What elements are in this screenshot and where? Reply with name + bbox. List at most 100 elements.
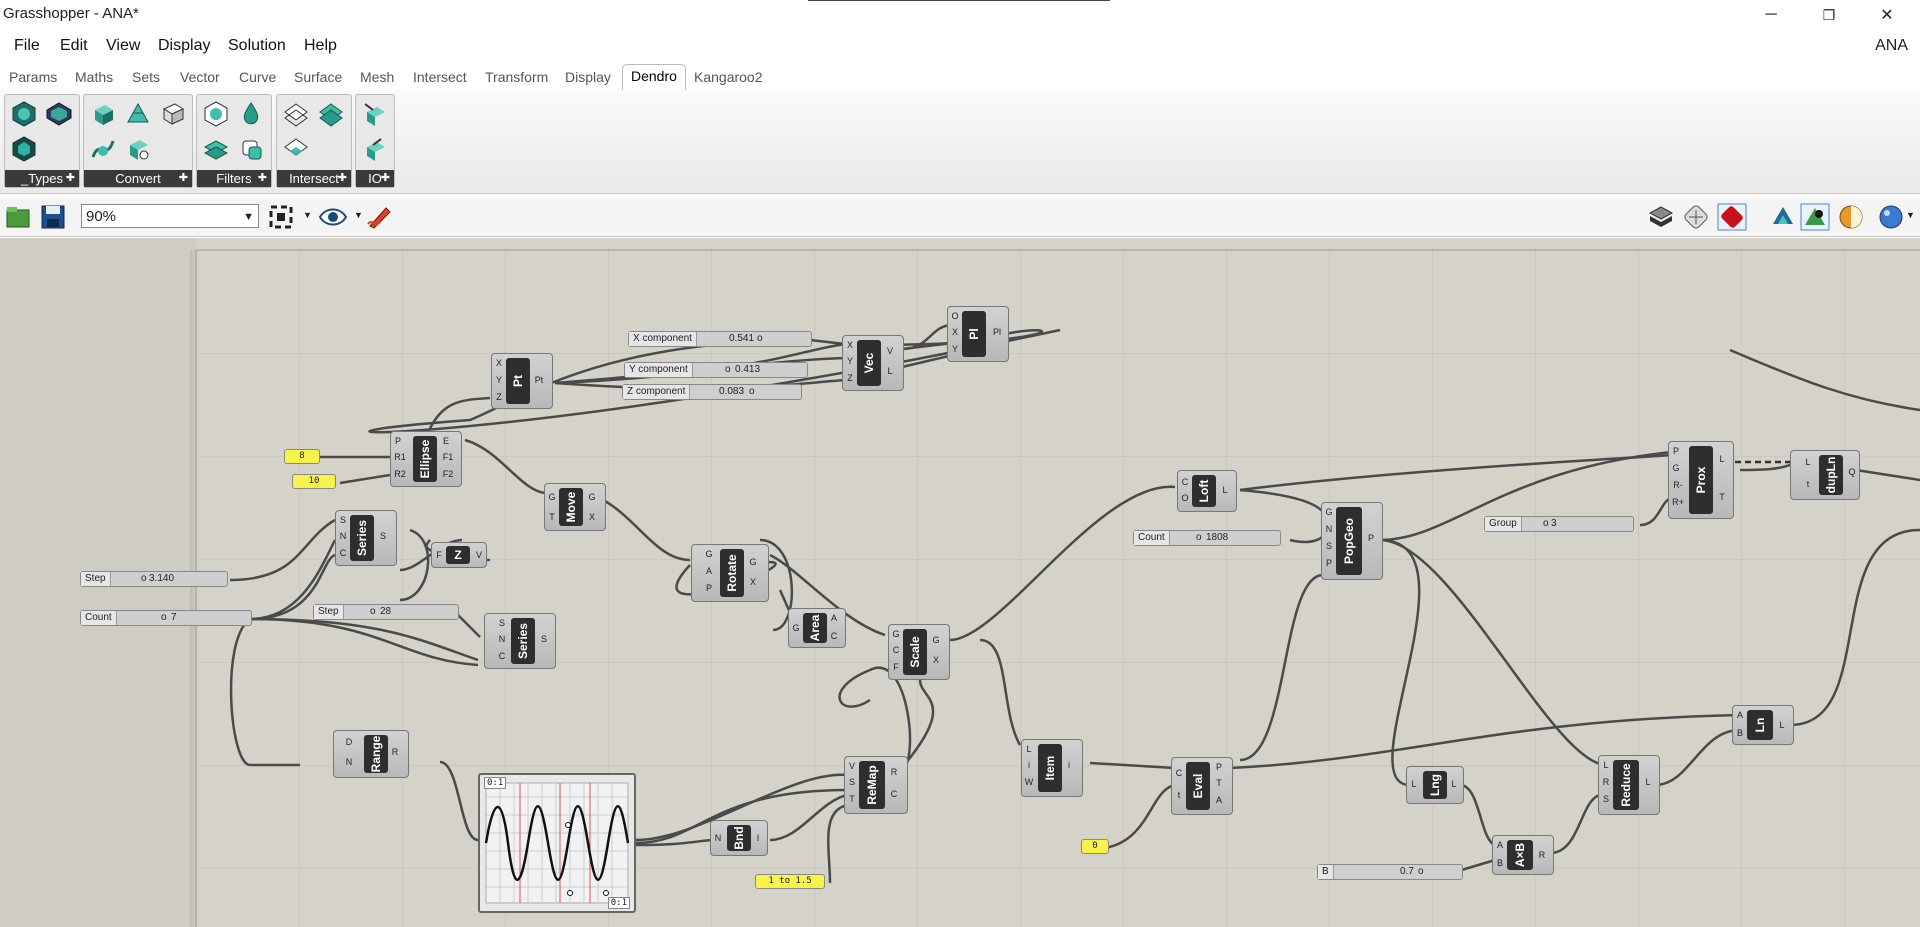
ellipse-component[interactable]: P R1 R2 Ellipse E F1 F2 — [390, 431, 462, 487]
zoom-select[interactable]: 90% ▼ — [81, 204, 259, 228]
menu-help[interactable]: Help — [304, 37, 337, 55]
io-import-icon[interactable] — [361, 100, 389, 128]
graph-mapper[interactable]: 0:1 0:1 — [478, 773, 636, 913]
slider-knob-icon[interactable]: o — [1196, 532, 1202, 543]
menu-file[interactable]: File — [14, 37, 40, 55]
tab-params[interactable]: Params — [9, 69, 57, 85]
slider-knob-icon[interactable]: o — [161, 612, 167, 623]
multiplication-component[interactable]: AB A×B R — [1492, 835, 1554, 875]
tab-kangaroo2[interactable]: Kangaroo2 — [694, 69, 763, 85]
close-button[interactable]: ✕ — [1858, 0, 1916, 30]
grasshopper-canvas[interactable]: XYZ Pt Pt XYZ Vec VL OXY Pl Pl P R1 R2 Ell… — [0, 238, 1920, 927]
number-slider[interactable]: Step o 28 — [313, 604, 459, 620]
number-slider[interactable]: Z component 0.083 o — [622, 384, 802, 400]
chevron-down-icon[interactable]: ▼ — [354, 210, 363, 220]
intersect-union-icon[interactable] — [282, 100, 310, 128]
tab-dendro[interactable]: Dendro — [622, 64, 686, 90]
panel-expand-icon[interactable]: ✚ — [66, 170, 75, 187]
convert-mesh-icon[interactable] — [124, 100, 152, 128]
construct-point-component[interactable]: XYZ Pt Pt — [491, 353, 553, 409]
unit-z-component[interactable]: F Z V — [431, 542, 487, 568]
number-slider[interactable]: Count o 1808 — [1133, 530, 1281, 546]
tab-maths[interactable]: Maths — [75, 69, 113, 85]
chevron-down-icon[interactable]: ▼ — [303, 210, 312, 220]
bounds-component[interactable]: N Bnd I — [710, 820, 768, 856]
filter-smooth-icon[interactable] — [202, 100, 230, 128]
number-slider[interactable]: B 0.7 o — [1317, 864, 1463, 880]
render-material-icon[interactable] — [1838, 204, 1864, 230]
io-export-icon[interactable] — [361, 135, 389, 163]
convert-cube-icon[interactable] — [89, 100, 117, 128]
range-component[interactable]: DN Range R — [333, 730, 409, 778]
tab-vector[interactable]: Vector — [180, 69, 220, 85]
filter-layers-icon[interactable] — [202, 135, 230, 163]
proximity-component[interactable]: P G R- R+ Prox LT — [1668, 441, 1734, 519]
panel-expand-icon[interactable]: ✚ — [258, 170, 267, 187]
tab-mesh[interactable]: Mesh — [360, 69, 394, 85]
series-component[interactable]: SNC Series S — [484, 613, 556, 669]
value-panel[interactable]: 1 to 1.5 — [755, 874, 825, 889]
panel-expand-icon[interactable]: ✚ — [381, 170, 390, 187]
slider-knob-icon[interactable]: o — [725, 364, 731, 375]
preview-selected-icon[interactable] — [1800, 203, 1830, 231]
open-file-icon[interactable] — [5, 204, 31, 230]
menu-view[interactable]: View — [106, 37, 140, 55]
preview-mesh-icon[interactable] — [1683, 204, 1709, 230]
hex-mesh-icon[interactable] — [45, 100, 73, 128]
slider-knob-icon[interactable]: o — [1418, 866, 1424, 877]
line-component[interactable]: AB Ln L — [1732, 705, 1794, 745]
panel-expand-icon[interactable]: ✚ — [179, 170, 188, 187]
tab-intersect[interactable]: Intersect — [413, 69, 467, 85]
preview-wire-icon[interactable] — [1648, 204, 1674, 230]
hex-segment-icon[interactable] — [10, 135, 38, 163]
tab-surface[interactable]: Surface — [294, 69, 342, 85]
series-component[interactable]: SNC Series S — [335, 510, 397, 566]
menu-edit[interactable]: Edit — [60, 37, 88, 55]
maximize-button[interactable]: ❐ — [1800, 0, 1858, 30]
scale-component[interactable]: GCF Scale GX — [888, 624, 950, 680]
menu-display[interactable]: Display — [158, 37, 210, 55]
intersect-diff-icon[interactable] — [317, 100, 345, 128]
evaluate-curve-component[interactable]: Ct Eval PTA — [1171, 757, 1233, 815]
filter-offset-icon[interactable] — [237, 135, 265, 163]
slider-knob-icon[interactable]: o — [370, 606, 376, 617]
reduce-component[interactable]: LRS Reduce L — [1598, 755, 1660, 815]
tab-curve[interactable]: Curve — [239, 69, 276, 85]
loft-component[interactable]: CO Loft L — [1177, 470, 1237, 512]
number-slider[interactable]: Step o 3.140 — [80, 571, 228, 587]
list-item-component[interactable]: LiW Item i — [1021, 739, 1083, 797]
convert-curve-icon[interactable] — [89, 135, 117, 163]
tab-sets[interactable]: Sets — [132, 69, 160, 85]
panel-expand-icon[interactable]: ✚ — [338, 170, 347, 187]
populate-geometry-component[interactable]: GNSP PopGeo P — [1321, 502, 1383, 580]
hex-volume-icon[interactable] — [10, 100, 38, 128]
slider-knob-icon[interactable]: o — [1543, 518, 1549, 529]
number-slider[interactable]: Y component 0.413 o — [624, 362, 808, 378]
slider-knob-icon[interactable]: o — [749, 386, 755, 397]
vector-xyz-component[interactable]: XYZ Vec VL — [842, 335, 904, 391]
number-slider[interactable]: Count o 7 — [80, 610, 252, 626]
sketch-pen-icon[interactable] — [366, 204, 394, 230]
move-component[interactable]: GT Move GX — [544, 483, 606, 531]
value-panel[interactable]: 0 — [1081, 839, 1109, 854]
length-component[interactable]: L Lng L — [1406, 766, 1464, 804]
value-panel[interactable]: 8 — [284, 449, 320, 464]
zoom-extents-icon[interactable] — [268, 204, 294, 230]
minimize-button[interactable]: ─ — [1742, 0, 1800, 30]
remap-component[interactable]: VST ReMap RC — [844, 756, 908, 814]
slider-knob-icon[interactable]: o — [141, 573, 147, 584]
menu-solution[interactable]: Solution — [228, 37, 286, 55]
save-file-icon[interactable] — [40, 204, 66, 230]
tab-display[interactable]: Display — [565, 69, 611, 85]
area-component[interactable]: G Area AC — [788, 608, 846, 648]
number-slider[interactable]: X component 0.541 o — [628, 331, 812, 347]
plane-component[interactable]: OXY Pl Pl — [947, 306, 1009, 362]
filter-drop-icon[interactable] — [237, 100, 265, 128]
rotate-component[interactable]: GAP Rotate GX — [691, 544, 769, 602]
duplicate-line-component[interactable]: Lt dupLn Q — [1790, 450, 1860, 500]
slider-knob-icon[interactable]: o — [757, 333, 763, 344]
preview-color-icon[interactable] — [1770, 204, 1796, 230]
preview-shaded-icon[interactable] — [1717, 203, 1747, 231]
tab-transform[interactable]: Transform — [485, 69, 548, 85]
number-slider[interactable]: Group o 3 — [1484, 516, 1634, 532]
